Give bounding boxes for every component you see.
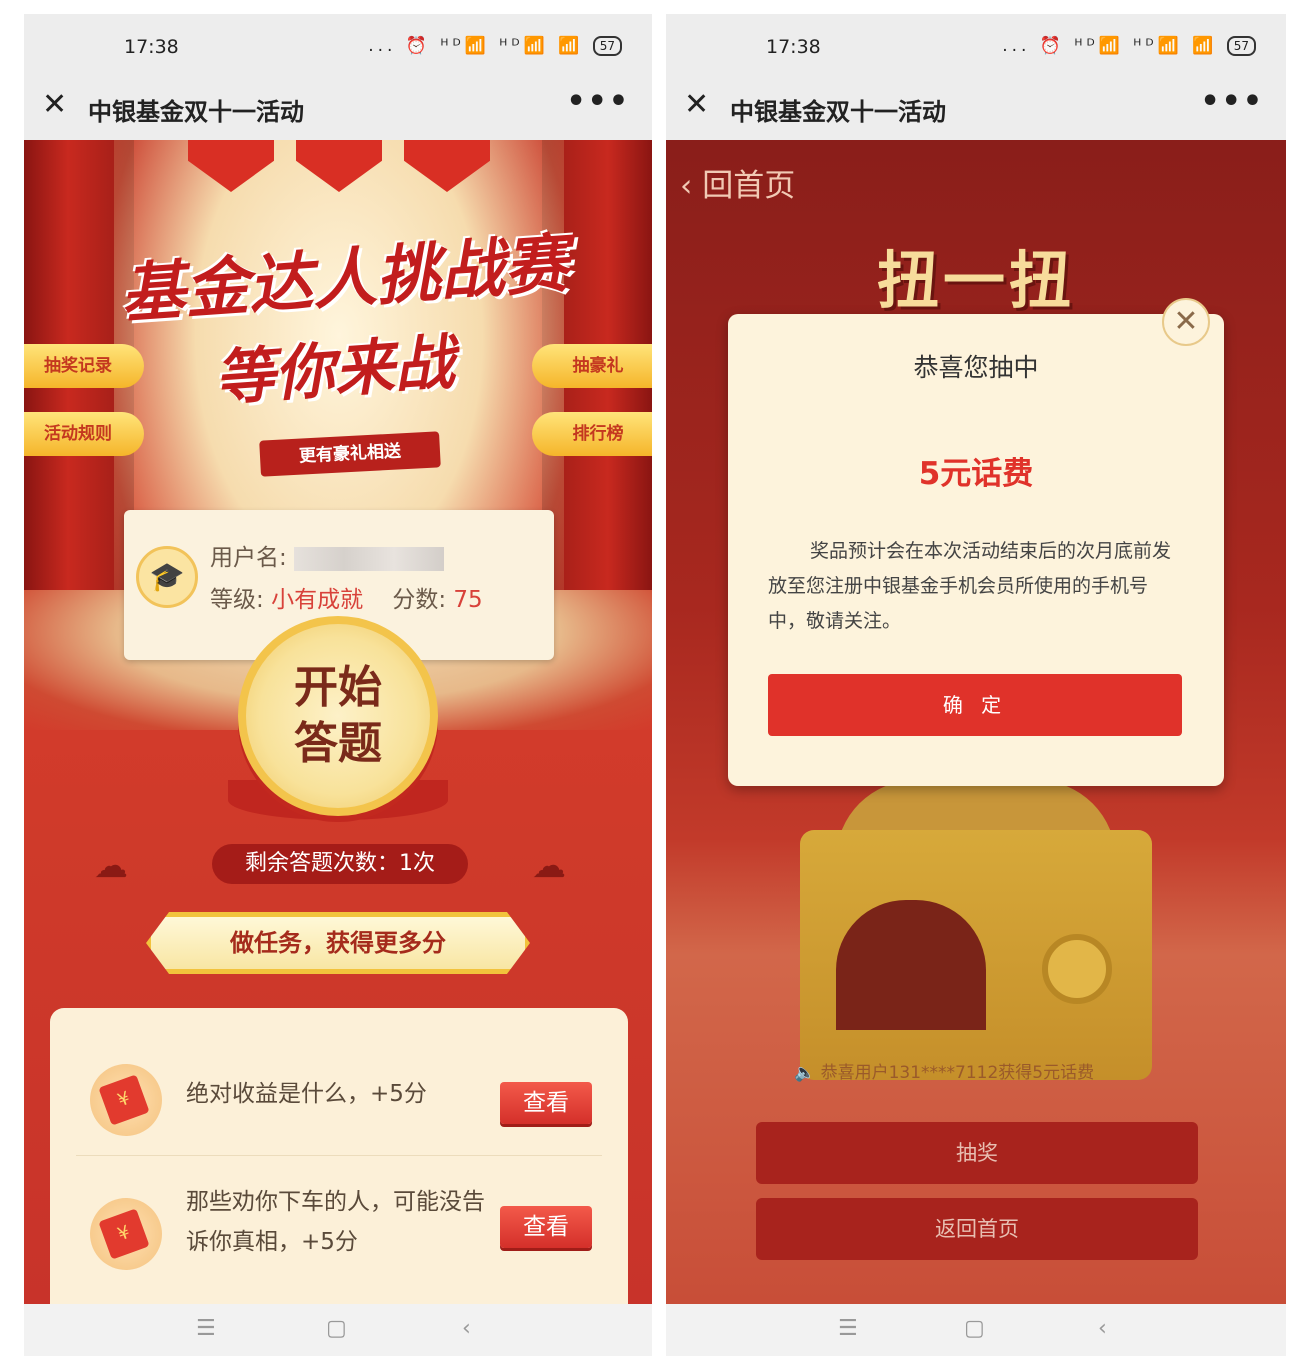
red-envelope-icon: ¥ bbox=[90, 1064, 162, 1136]
battery-icon: 57 bbox=[1226, 36, 1256, 56]
home-icon[interactable]: ▢ bbox=[964, 1316, 985, 1341]
menu-icon[interactable]: ☰ bbox=[196, 1316, 216, 1341]
activity-page: 基金达人挑战赛 等你来战 更有豪礼相送 抽奖记录 活动规则 抽豪礼 排行榜 🎓 … bbox=[24, 140, 652, 1304]
status-icons: ... ⏰ ᴴᴰ📶 ᴴᴰ📶 📶 57 bbox=[1002, 36, 1256, 56]
winner-ticker: 🔈 恭喜用户131****7112获得5元话费 bbox=[794, 1058, 1164, 1088]
view-button[interactable]: 查看 bbox=[500, 1206, 592, 1248]
status-time: 17:38 bbox=[124, 36, 179, 58]
page-title: 中银基金双十一活动 bbox=[730, 98, 946, 126]
remaining-attempts: 剩余答题次数：1次 bbox=[212, 844, 468, 884]
home-icon[interactable]: ▢ bbox=[326, 1316, 347, 1341]
score-value: 75 bbox=[453, 587, 483, 613]
status-time: 17:38 bbox=[766, 36, 821, 58]
level-value: 小有成就 bbox=[271, 587, 364, 613]
title-bar: ✕ 中银基金双十一活动 ••• bbox=[666, 78, 1286, 140]
back-icon[interactable]: ‹ bbox=[1098, 1316, 1107, 1341]
task-banner: 做任务，获得更多分 bbox=[146, 912, 530, 974]
back-home-link[interactable]: ‹ 回首页 bbox=[680, 160, 795, 205]
draw-button[interactable]: 抽奖 bbox=[756, 1122, 1198, 1184]
start-quiz-button[interactable]: 开始答题 bbox=[238, 616, 438, 816]
capsule-machine bbox=[800, 830, 1152, 1080]
username-blurred bbox=[294, 546, 445, 571]
divider bbox=[76, 1155, 602, 1156]
page-title: 中银基金双十一活动 bbox=[88, 98, 304, 126]
ranking-button[interactable]: 排行榜 bbox=[532, 412, 652, 456]
rules-button[interactable]: 活动规则 bbox=[24, 412, 144, 456]
task-text: 绝对收益是什么，+5分 bbox=[186, 1081, 427, 1107]
grand-prize-button[interactable]: 抽豪礼 bbox=[532, 344, 652, 388]
left-phone-screen: 17:38 ... ⏰ ᴴᴰ📶 ᴴᴰ📶 📶 57 ✕ 中银基金双十一活动 •••… bbox=[24, 14, 652, 1356]
system-nav-bar: ☰ ▢ ‹ bbox=[666, 1304, 1286, 1356]
machine-window bbox=[836, 900, 986, 1030]
speaker-icon: 🔈 bbox=[794, 1063, 816, 1083]
system-nav-bar: ☰ ▢ ‹ bbox=[24, 1304, 652, 1356]
modal-description: 奖品预计会在本次活动结束后的次月底前发放至您注册中银基金手机会员所使用的手机号中… bbox=[768, 540, 1172, 632]
start-quiz-label: 开始答题 bbox=[294, 662, 382, 769]
modal-prize: 5元话费 bbox=[918, 456, 1034, 492]
lottery-record-button[interactable]: 抽奖记录 bbox=[24, 344, 144, 388]
close-icon[interactable]: ✕ bbox=[42, 90, 67, 120]
view-button[interactable]: 查看 bbox=[500, 1082, 592, 1124]
modal-close-icon[interactable]: ✕ bbox=[1162, 298, 1210, 346]
prize-modal: 恭喜您抽中 5元话费 奖品预计会在本次活动结束后的次月底前发放至您注册中银基金手… bbox=[728, 314, 1224, 786]
status-bar: 17:38 ... ⏰ ᴴᴰ📶 ᴴᴰ📶 📶 57 bbox=[24, 14, 652, 78]
modal-title: 恭喜您抽中 bbox=[913, 353, 1039, 382]
cloud-ornament-icon: ☁ bbox=[94, 846, 128, 886]
task-item: ¥ 那些劝你下车的人，可能没告诉你真相，+5分 查看 bbox=[50, 1168, 628, 1290]
more-icon[interactable]: ••• bbox=[1200, 84, 1264, 119]
signal-icons: ... ⏰ ᴴᴰ📶 ᴴᴰ📶 📶 bbox=[1002, 36, 1218, 56]
signal-icons: ... ⏰ ᴴᴰ📶 ᴴᴰ📶 📶 bbox=[368, 36, 584, 56]
graduate-avatar-icon: 🎓 bbox=[136, 546, 198, 608]
red-envelope-icon: ¥ bbox=[90, 1198, 162, 1270]
level-label: 等级: bbox=[210, 587, 264, 613]
twist-title: 扭一扭 bbox=[876, 244, 1075, 317]
back-icon[interactable]: ‹ bbox=[462, 1316, 471, 1341]
battery-icon: 57 bbox=[592, 36, 622, 56]
level-row: 等级: 小有成就 分数: 75 bbox=[210, 580, 483, 614]
right-phone-screen: 17:38 ... ⏰ ᴴᴰ📶 ᴴᴰ📶 📶 57 ✕ 中银基金双十一活动 •••… bbox=[666, 14, 1286, 1356]
task-text: 那些劝你下车的人，可能没告诉你真相，+5分 bbox=[186, 1189, 485, 1255]
score-label: 分数: bbox=[392, 587, 447, 613]
task-item: ¥ 绝对收益是什么，+5分 查看 bbox=[50, 1034, 628, 1156]
status-bar: 17:38 ... ⏰ ᴴᴰ📶 ᴴᴰ📶 📶 57 bbox=[666, 14, 1286, 78]
username-label: 用户名: bbox=[210, 545, 287, 571]
return-home-button[interactable]: 返回首页 bbox=[756, 1198, 1198, 1260]
ticker-text: 恭喜用户131****7112获得5元话费 bbox=[820, 1063, 1095, 1083]
username-row: 用户名: bbox=[210, 538, 445, 572]
title-bar: ✕ 中银基金双十一活动 ••• bbox=[24, 78, 652, 140]
cloud-ornament-icon: ☁ bbox=[532, 846, 566, 886]
task-list: ¥ 绝对收益是什么，+5分 查看 ¥ 那些劝你下车的人，可能没告诉你真相，+5分… bbox=[50, 1008, 628, 1304]
more-icon[interactable]: ••• bbox=[566, 84, 630, 119]
menu-icon[interactable]: ☰ bbox=[838, 1316, 858, 1341]
close-icon[interactable]: ✕ bbox=[684, 90, 709, 120]
lottery-page: ‹ 回首页 扭一扭 🔈 恭喜用户131****7112获得5元话费 抽奖 返回首… bbox=[666, 140, 1286, 1304]
machine-dial[interactable] bbox=[1042, 934, 1112, 1004]
confirm-button[interactable]: 确 定 bbox=[768, 674, 1182, 736]
back-home-label: 回首页 bbox=[702, 168, 796, 204]
chevron-left-icon: ‹ bbox=[680, 168, 693, 204]
status-icons: ... ⏰ ᴴᴰ📶 ᴴᴰ📶 📶 57 bbox=[368, 36, 622, 56]
